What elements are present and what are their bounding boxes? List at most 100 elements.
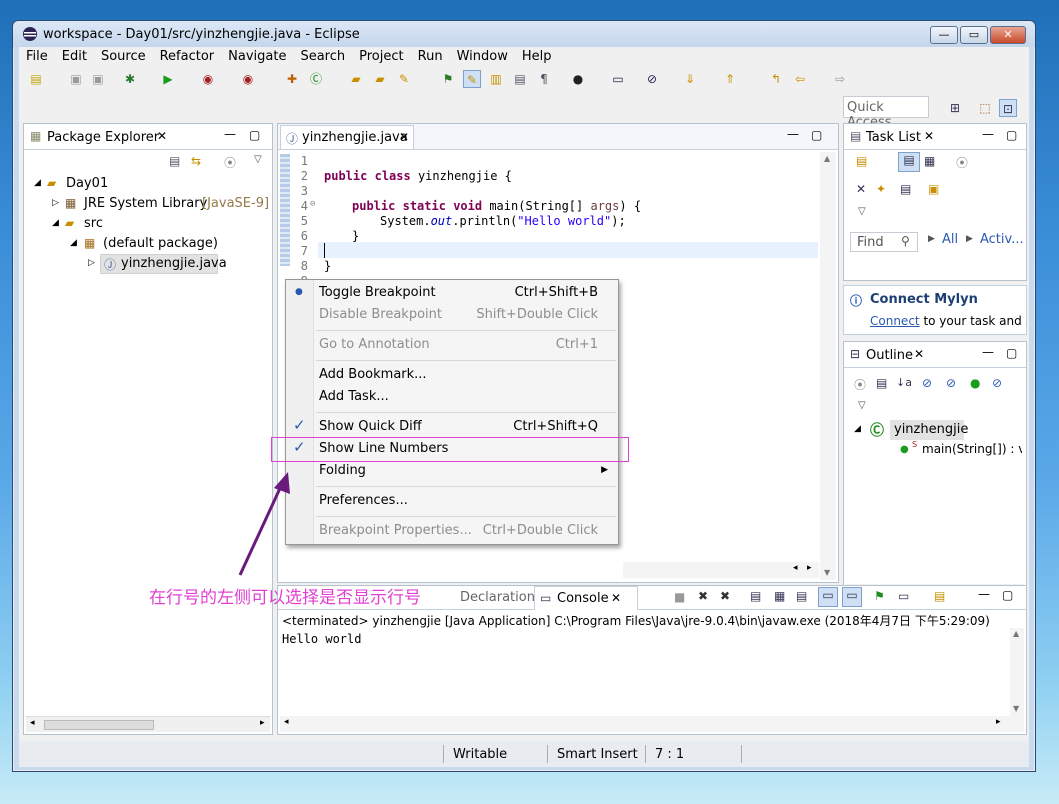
- save-icon[interactable]: ▣: [67, 70, 85, 88]
- link-with-editor-icon[interactable]: ⇆: [191, 154, 201, 168]
- word-wrap-icon[interactable]: ▤: [511, 70, 529, 88]
- menu-project[interactable]: Project: [352, 47, 410, 64]
- hide-local-types-icon[interactable]: ⊘: [992, 376, 1002, 390]
- maximize-editor-icon[interactable]: ▢: [811, 128, 822, 142]
- prev-annotation-icon[interactable]: ⇑: [721, 70, 739, 88]
- menu-item-add-task[interactable]: Add Task...: [286, 386, 618, 408]
- collapse-all-icon[interactable]: ▤: [169, 154, 180, 168]
- categorized-icon[interactable]: ▤: [898, 152, 920, 172]
- tree-default-package[interactable]: (default package): [103, 236, 218, 251]
- expand-day01-icon[interactable]: ◢: [34, 178, 41, 188]
- close-button[interactable]: ✕: [990, 26, 1026, 44]
- view-menu-icon[interactable]: ▽: [858, 400, 866, 411]
- maximize-button[interactable]: ▭: [960, 26, 988, 44]
- tree-src[interactable]: src: [84, 216, 103, 231]
- quick-access-field[interactable]: Quick Access: [843, 96, 929, 130]
- java-ee-perspective-icon[interactable]: ⬚: [976, 99, 994, 117]
- menu-navigate[interactable]: Navigate: [221, 47, 293, 64]
- new-icon[interactable]: ▤: [27, 70, 45, 88]
- new-task-icon[interactable]: ▤: [856, 154, 867, 168]
- remove-all-icon[interactable]: ✖: [720, 589, 730, 603]
- tree-file-selected[interactable]: Ⓙ yinzhengjie.java: [100, 254, 227, 274]
- pin-console-icon[interactable]: ⚑: [874, 589, 885, 603]
- tab-declaration[interactable]: Declaration: [460, 590, 535, 605]
- activate-task-link[interactable]: Activ...: [980, 232, 1024, 247]
- all-tasks-link[interactable]: All: [942, 232, 958, 247]
- back-icon[interactable]: ⇦: [791, 70, 809, 88]
- menu-item-add-bookmark[interactable]: Add Bookmark...: [286, 364, 618, 386]
- package-explorer-tab[interactable]: ▦ Package Explorer ✕ — ▢: [24, 124, 272, 150]
- outline-class-item[interactable]: yinzhengjie: [890, 420, 968, 440]
- open-type-icon[interactable]: ▰: [347, 70, 365, 88]
- quick-diff-ruler[interactable]: [280, 154, 290, 266]
- scroll-down-icon[interactable]: ▼: [1013, 704, 1019, 713]
- menu-item-folding[interactable]: Folding ▶: [286, 460, 618, 482]
- view-menu-icon[interactable]: ▽: [254, 154, 262, 165]
- editor-vscrollbar[interactable]: ▲ ▼: [820, 152, 836, 580]
- scroll-right-icon[interactable]: ▸: [260, 718, 265, 728]
- expand-src-icon[interactable]: ◢: [52, 218, 59, 228]
- terminate-icon[interactable]: ■: [674, 590, 685, 604]
- minimize-view-icon[interactable]: —: [978, 587, 990, 601]
- coverage-icon[interactable]: ◉: [239, 70, 257, 88]
- filter-icon[interactable]: ⦿: [854, 376, 866, 393]
- minimize-view-icon[interactable]: —: [982, 345, 994, 359]
- menu-edit[interactable]: Edit: [55, 47, 94, 64]
- editor-tab[interactable]: Ⓙ yinzhengjie.java ✕: [280, 125, 414, 149]
- outline-method-item[interactable]: main(String[]) : vo: [922, 442, 1022, 456]
- status-insert-mode[interactable]: Smart Insert: [557, 747, 638, 762]
- run-external-icon[interactable]: ◉: [199, 70, 217, 88]
- debug-icon[interactable]: ✱: [121, 70, 139, 88]
- block-selection-icon[interactable]: ▥: [487, 70, 505, 88]
- open-perspective-icon[interactable]: ⊞: [946, 99, 964, 117]
- close-editor-icon[interactable]: ✕: [399, 130, 409, 144]
- new-java-package-icon[interactable]: ✚: [283, 70, 301, 88]
- hide-fields-icon[interactable]: ⊘: [922, 376, 932, 390]
- skip-breakpoints-icon[interactable]: ⊘: [643, 70, 661, 88]
- console-tool-icon[interactable]: ▭: [609, 70, 627, 88]
- sync-icon[interactable]: ▣: [928, 182, 939, 196]
- minimize-view-icon[interactable]: —: [224, 127, 236, 141]
- collapse-all-icon[interactable]: ▤: [900, 182, 911, 196]
- menu-file[interactable]: File: [19, 47, 55, 64]
- save-all-icon[interactable]: ▣: [89, 70, 107, 88]
- display-console-icon[interactable]: ▭: [898, 589, 909, 603]
- minimize-button[interactable]: —: [930, 26, 958, 44]
- scroll-up-icon[interactable]: ▲: [824, 154, 830, 163]
- open-folder-icon[interactable]: ▰: [371, 70, 389, 88]
- view-menu-filter-icon[interactable]: ⦿: [224, 154, 236, 171]
- console-hscrollbar[interactable]: ◂ ▸: [280, 716, 1010, 732]
- close-view-icon[interactable]: ✕: [914, 347, 924, 361]
- clear-console-icon[interactable]: ▤: [750, 589, 761, 603]
- expand-file-icon[interactable]: ▷: [88, 258, 95, 268]
- profile-icon[interactable]: ●: [569, 70, 587, 88]
- show-whitespace-icon[interactable]: ¶: [535, 70, 553, 88]
- outline-tab[interactable]: ⊟ Outline ✕ — ▢: [844, 342, 1026, 368]
- maximize-view-icon[interactable]: ▢: [1006, 128, 1017, 142]
- mylyn-connect-link[interactable]: Connect: [870, 314, 920, 328]
- filter-icon[interactable]: ⦿: [956, 154, 968, 171]
- remove-launch-icon[interactable]: ✖: [698, 589, 708, 603]
- java-perspective-icon[interactable]: ⊡: [999, 99, 1017, 117]
- focus-icon[interactable]: ✦: [876, 182, 886, 196]
- menu-search[interactable]: Search: [293, 47, 352, 64]
- minimize-editor-icon[interactable]: —: [787, 127, 799, 141]
- hide-completed-icon[interactable]: ✕: [856, 182, 866, 196]
- view-menu-icon[interactable]: ▽: [858, 206, 866, 217]
- next-annotation-icon[interactable]: ⇓: [681, 70, 699, 88]
- expand-class-icon[interactable]: ◢: [854, 424, 861, 434]
- search-icon[interactable]: ⚲: [901, 234, 910, 248]
- mark-occurrences-icon[interactable]: ✎: [463, 70, 481, 88]
- menu-refactor[interactable]: Refactor: [153, 47, 222, 64]
- scroll-lock-icon[interactable]: ▦: [774, 589, 785, 603]
- explorer-hscrollbar[interactable]: ◂ ▸: [26, 716, 270, 732]
- menu-run[interactable]: Run: [411, 47, 450, 64]
- task-find-field[interactable]: Find ⚲: [850, 232, 918, 252]
- minimize-view-icon[interactable]: —: [982, 127, 994, 141]
- word-wrap-icon[interactable]: ▤: [796, 589, 807, 603]
- menu-item-preferences[interactable]: Preferences...: [286, 490, 618, 512]
- scroll-thumb[interactable]: [44, 720, 154, 730]
- menu-item-show-quick-diff[interactable]: Show Quick Diff Ctrl+Shift+Q: [286, 416, 618, 438]
- run-icon[interactable]: ▶: [159, 70, 177, 88]
- scroll-right-icon[interactable]: ▸: [807, 563, 812, 573]
